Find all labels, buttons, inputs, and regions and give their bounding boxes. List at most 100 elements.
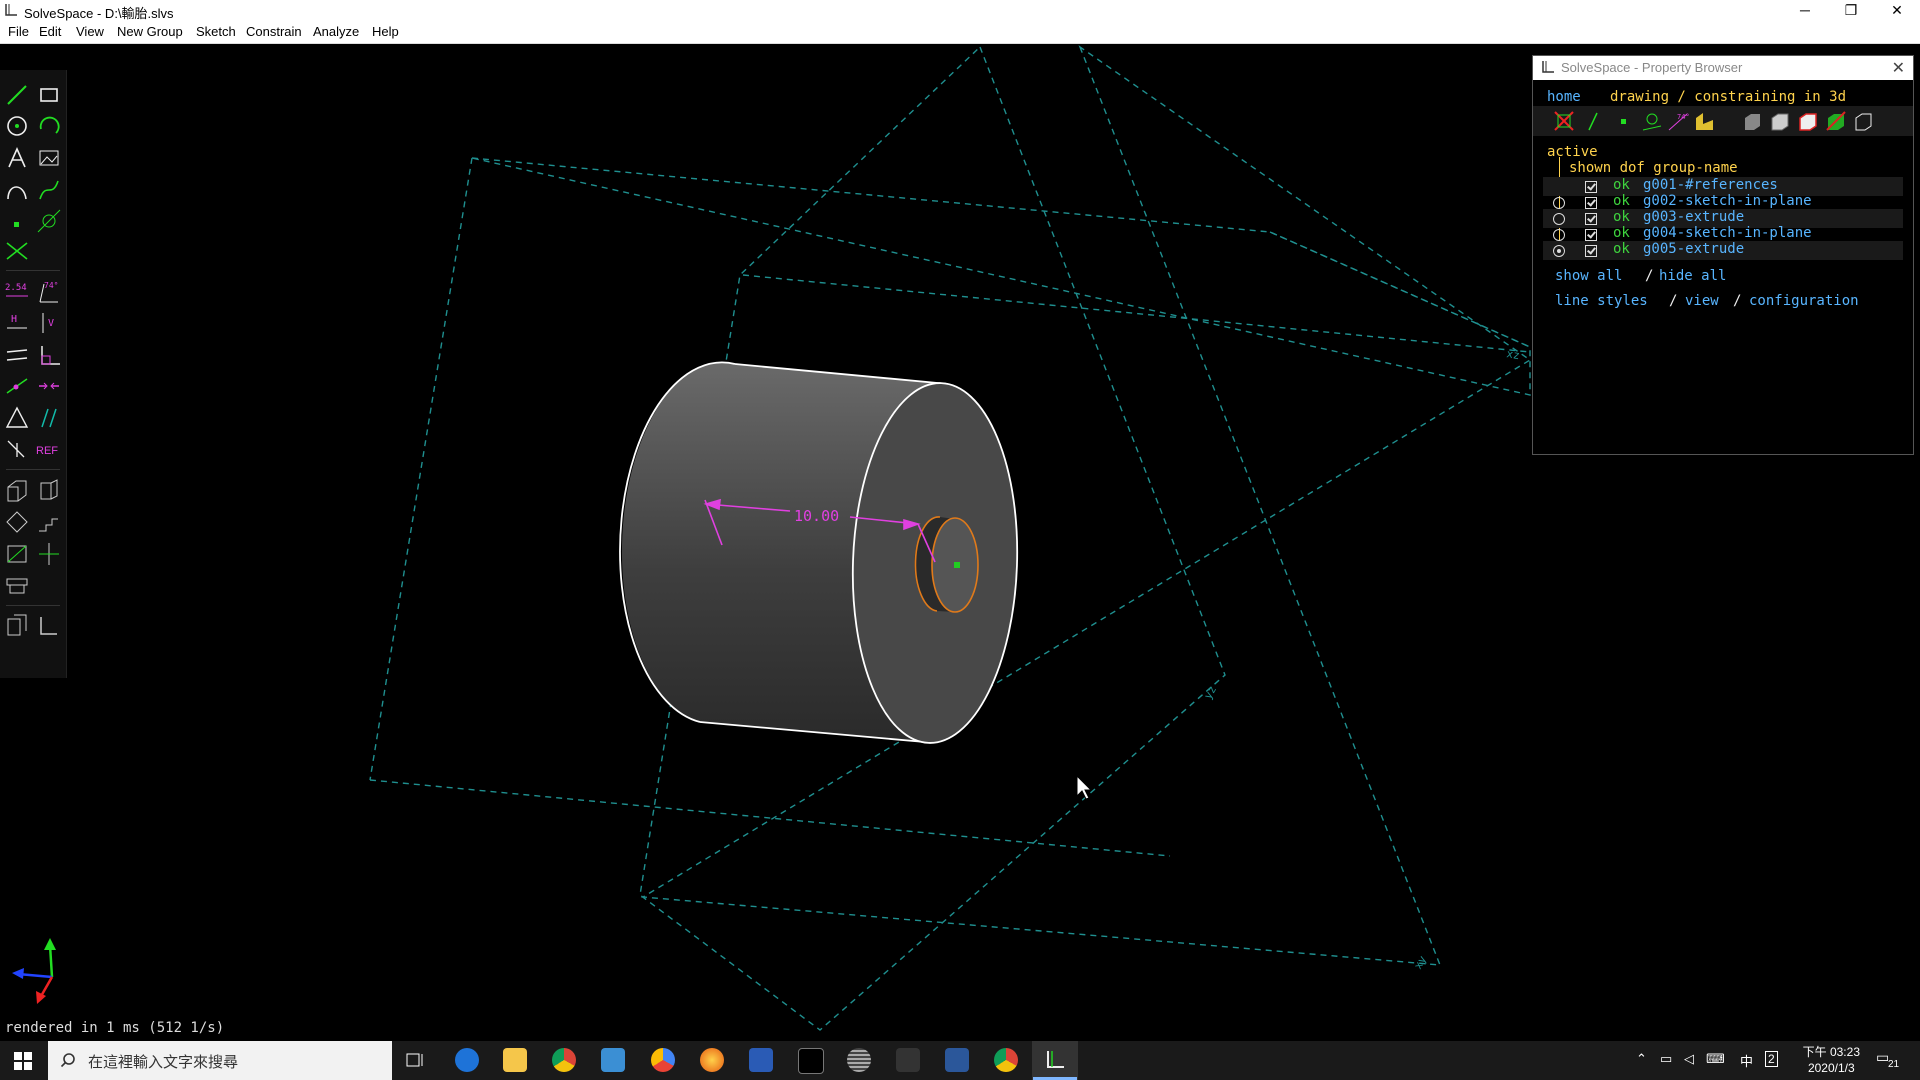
occluded-lines-icon[interactable] xyxy=(1851,110,1873,132)
circle-icon[interactable] xyxy=(4,113,30,139)
horizontal-constraint-icon[interactable]: H xyxy=(4,310,30,336)
windows-start-icon[interactable] xyxy=(14,1052,32,1070)
remote-desktop-icon[interactable] xyxy=(601,1048,625,1072)
line-styles-link[interactable]: line styles xyxy=(1555,293,1648,309)
menu-view[interactable]: View xyxy=(76,24,104,39)
tray-chevron-icon[interactable]: ⌃ xyxy=(1636,1051,1647,1067)
link-import-icon[interactable] xyxy=(4,573,30,599)
menu-new-group[interactable]: New Group xyxy=(117,24,183,39)
edge-browser-icon[interactable] xyxy=(455,1048,479,1072)
minimize-button[interactable]: ─ xyxy=(1782,0,1828,22)
chrome-icon[interactable] xyxy=(552,1048,576,1072)
taskbar-search-input[interactable]: 在這裡輸入文字來搜尋 xyxy=(48,1041,392,1080)
coincident-constraint-icon[interactable] xyxy=(36,373,62,399)
step-translating-icon[interactable] xyxy=(4,509,30,535)
nearest-iso-view-icon[interactable] xyxy=(4,613,30,639)
input-mode-icon[interactable]: 2 xyxy=(1765,1051,1778,1067)
faces-visibility-icon[interactable] xyxy=(1693,110,1715,132)
perpendicular-constraint-icon[interactable] xyxy=(36,342,62,368)
nearest-ortho-view-icon[interactable] xyxy=(36,613,62,639)
normals-visibility-icon[interactable] xyxy=(1583,110,1605,132)
solvespace-taskbar-button[interactable] xyxy=(1032,1041,1078,1080)
nav-home-link[interactable]: home xyxy=(1547,89,1581,105)
close-button[interactable]: ✕ xyxy=(1874,0,1920,22)
shaded-mesh-icon[interactable] xyxy=(1741,110,1763,132)
group-name-link[interactable]: g002-sketch-in-plane xyxy=(1643,193,1812,209)
group-active-radio[interactable] xyxy=(1553,197,1565,209)
group-name-link[interactable]: g004-sketch-in-plane xyxy=(1643,225,1812,241)
volume-icon[interactable]: ◁ xyxy=(1684,1051,1694,1067)
task-view-icon[interactable] xyxy=(404,1048,428,1072)
chrome-canary-icon[interactable] xyxy=(651,1048,675,1072)
network-icon[interactable]: ▭ xyxy=(1660,1051,1672,1067)
firefox-icon[interactable] xyxy=(700,1048,724,1072)
menu-file[interactable]: File xyxy=(8,24,29,39)
group-shown-checkbox[interactable] xyxy=(1585,181,1597,193)
new-sketch-workplane-icon[interactable] xyxy=(36,477,62,503)
group-active-radio[interactable] xyxy=(1553,213,1565,225)
angle-dimension-icon[interactable]: 74° xyxy=(36,278,62,304)
gimp-icon[interactable] xyxy=(896,1048,920,1072)
outlines-icon[interactable] xyxy=(1769,110,1791,132)
split-curves-icon[interactable] xyxy=(4,238,30,264)
terminal-icon[interactable] xyxy=(798,1048,824,1074)
lathe-icon[interactable] xyxy=(36,541,62,567)
group-shown-checkbox[interactable] xyxy=(1585,229,1597,241)
text-tool-icon[interactable] xyxy=(4,145,30,171)
hub-extrusion[interactable] xyxy=(914,516,979,613)
arc-icon[interactable] xyxy=(36,113,62,139)
group-name-link[interactable]: g005-extrude xyxy=(1643,241,1744,257)
symmetric-constraint-icon[interactable] xyxy=(4,405,30,431)
globe-app-icon[interactable] xyxy=(847,1048,871,1072)
keyboard-icon[interactable]: ⌨ xyxy=(1706,1051,1725,1067)
mesh-edges-icon[interactable] xyxy=(1797,110,1819,132)
configuration-link[interactable]: configuration xyxy=(1749,293,1859,309)
rectangle-icon[interactable] xyxy=(36,82,62,108)
chrome-profile-icon[interactable] xyxy=(994,1048,1018,1072)
group-name-link[interactable]: g001-#references xyxy=(1643,177,1778,193)
menu-constrain[interactable]: Constrain xyxy=(246,24,302,39)
group-shown-checkbox[interactable] xyxy=(1585,197,1597,209)
vertical-constraint-icon[interactable]: V xyxy=(36,310,62,336)
hidden-lines-icon[interactable] xyxy=(1825,110,1847,132)
parallel-constraint-icon[interactable] xyxy=(4,342,30,368)
hide-all-link[interactable]: hide all xyxy=(1659,268,1726,284)
group-active-radio[interactable] xyxy=(1553,229,1565,241)
workplanes-visibility-icon[interactable] xyxy=(1553,110,1575,132)
new-sketch-3d-icon[interactable] xyxy=(4,477,30,503)
datum-point-icon[interactable] xyxy=(4,208,30,234)
menu-sketch[interactable]: Sketch xyxy=(196,24,236,39)
distance-dimension-icon[interactable]: 2.54 xyxy=(4,278,30,304)
group-shown-checkbox[interactable] xyxy=(1585,245,1597,257)
view-link[interactable]: view xyxy=(1685,293,1719,309)
tangent-arc-icon[interactable] xyxy=(4,177,30,203)
image-icon[interactable] xyxy=(36,145,62,171)
line-segment-icon[interactable] xyxy=(4,82,30,108)
group-name-link[interactable]: g003-extrude xyxy=(1643,209,1744,225)
group-shown-checkbox[interactable] xyxy=(1585,213,1597,225)
file-explorer-icon[interactable] xyxy=(503,1048,527,1072)
construction-visibility-icon[interactable] xyxy=(1641,110,1663,132)
point-on-line-icon[interactable] xyxy=(4,373,30,399)
restore-button[interactable]: ❐ xyxy=(1828,0,1874,22)
group-active-radio-selected[interactable] xyxy=(1553,245,1565,257)
step-rotating-icon[interactable] xyxy=(36,509,62,535)
powershell-icon[interactable] xyxy=(749,1048,773,1072)
ime-indicator[interactable]: 中 xyxy=(1740,1051,1753,1070)
dimension-value[interactable]: 10.00 xyxy=(794,507,839,525)
other-supplementary-icon[interactable] xyxy=(4,437,30,463)
menu-help[interactable]: Help xyxy=(372,24,399,39)
property-browser-close-button[interactable]: ✕ xyxy=(1892,58,1905,78)
same-orientation-icon[interactable] xyxy=(36,405,62,431)
word-icon[interactable] xyxy=(945,1048,969,1072)
points-visibility-icon[interactable] xyxy=(1613,110,1635,132)
cubic-spline-icon[interactable] xyxy=(36,177,62,203)
workplane-icon[interactable] xyxy=(36,208,62,234)
extrude-icon[interactable] xyxy=(4,541,30,567)
reference-toggle-icon[interactable]: REF xyxy=(36,437,62,463)
show-all-link[interactable]: show all xyxy=(1555,268,1622,284)
constraints-visibility-icon[interactable]: 74° xyxy=(1667,110,1689,132)
taskbar-clock[interactable]: 下午 03:23 2020/1/3 xyxy=(1803,1044,1860,1076)
menu-analyze[interactable]: Analyze xyxy=(313,24,359,39)
menu-edit[interactable]: Edit xyxy=(39,24,61,39)
